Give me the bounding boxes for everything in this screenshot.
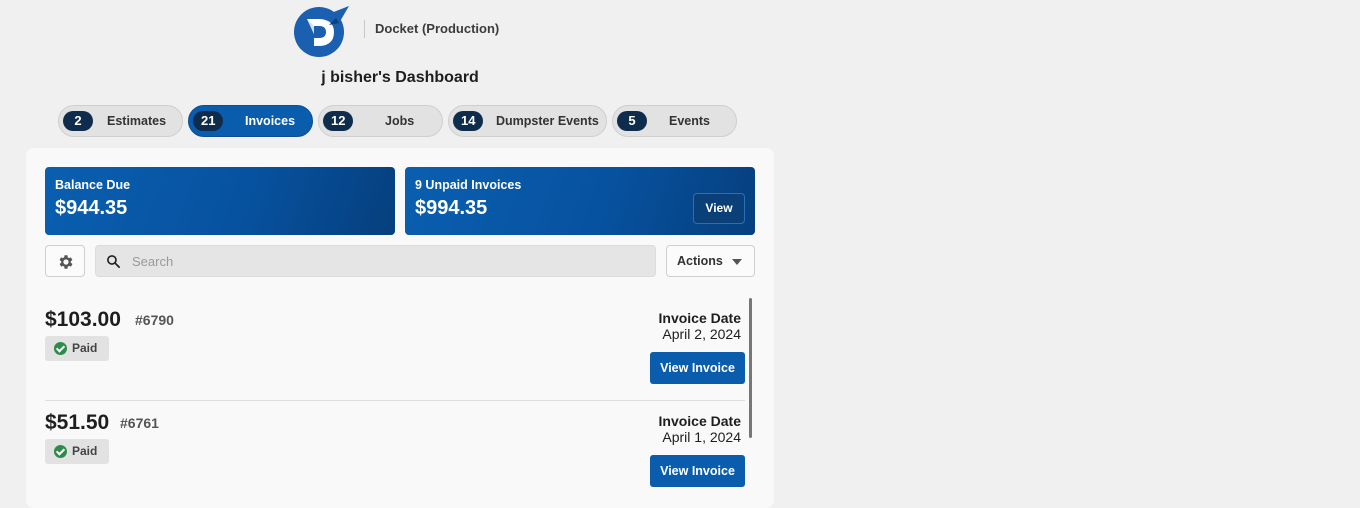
view-unpaid-button[interactable]: View	[693, 193, 745, 224]
tab-label: Dumpster Events	[496, 114, 599, 128]
status-text: Paid	[72, 341, 98, 355]
caret-down-icon	[732, 259, 742, 265]
check-circle-icon	[54, 342, 67, 355]
tab-label: Events	[669, 114, 710, 128]
docket-logo-icon[interactable]	[293, 3, 349, 57]
dashboard-title: j bisher's Dashboard	[321, 69, 479, 86]
list-scrollbar[interactable]	[749, 298, 752, 438]
tab-count: 14	[453, 111, 484, 131]
invoice-item: $51.50 #6761 Paid Invoice Date April 1, …	[45, 400, 745, 502]
tab-label: Jobs	[385, 114, 415, 128]
status-badge: Paid	[45, 439, 109, 464]
tab-events[interactable]: 5 Events	[612, 105, 737, 137]
tab-count: 5	[617, 111, 647, 131]
tab-label: Estimates	[107, 114, 167, 128]
unpaid-invoices-card: 9 Unpaid Invoices $994.35 View	[405, 167, 755, 235]
app-header: Docket (Production) j bisher's Dashboard	[0, 0, 800, 86]
gear-icon	[59, 255, 73, 269]
invoice-amount: $103.00	[45, 308, 121, 331]
unpaid-invoices-title: 9 Unpaid Invoices	[415, 178, 522, 192]
invoice-date-label: Invoice Date	[658, 310, 741, 326]
search-icon	[107, 255, 120, 268]
view-invoice-button[interactable]: View Invoice	[650, 352, 745, 384]
balance-due-amount: $944.35	[55, 197, 128, 219]
invoice-date: April 1, 2024	[662, 429, 741, 445]
tab-count: 12	[323, 111, 354, 131]
view-invoice-button[interactable]: View Invoice	[650, 455, 745, 487]
tab-jobs[interactable]: 12 Jobs	[318, 105, 443, 137]
tab-count: 2	[63, 111, 93, 131]
search-box	[95, 245, 656, 277]
invoice-date-label: Invoice Date	[658, 413, 741, 429]
check-circle-icon	[54, 445, 67, 458]
balance-due-title: Balance Due	[55, 178, 131, 192]
actions-label: Actions	[677, 254, 723, 268]
settings-button[interactable]	[45, 245, 85, 277]
tab-label: Invoices	[245, 114, 296, 128]
tab-count: 21	[193, 111, 224, 131]
invoice-number: #6790	[135, 312, 174, 328]
invoice-list: $103.00 #6790 Paid Invoice Date April 2,…	[45, 298, 753, 508]
search-input[interactable]	[132, 246, 647, 276]
invoice-date: April 2, 2024	[662, 326, 741, 342]
unpaid-invoices-amount: $994.35	[415, 197, 488, 219]
balance-due-card: Balance Due $944.35	[45, 167, 395, 235]
invoice-item: $103.00 #6790 Paid Invoice Date April 2,…	[45, 298, 745, 400]
status-text: Paid	[72, 444, 98, 458]
tab-invoices[interactable]: 21 Invoices	[188, 105, 313, 137]
tab-estimates[interactable]: 2 Estimates	[58, 105, 183, 137]
status-badge: Paid	[45, 336, 109, 361]
tab-dumpster-events[interactable]: 14 Dumpster Events	[448, 105, 607, 137]
invoice-number: #6761	[120, 415, 159, 431]
invoices-panel: Balance Due $944.35 9 Unpaid Invoices $9…	[26, 148, 774, 508]
actions-dropdown[interactable]: Actions	[666, 245, 755, 277]
brand-name: Docket (Production)	[375, 21, 500, 36]
brand-divider	[364, 20, 365, 38]
invoice-amount: $51.50	[45, 411, 110, 434]
